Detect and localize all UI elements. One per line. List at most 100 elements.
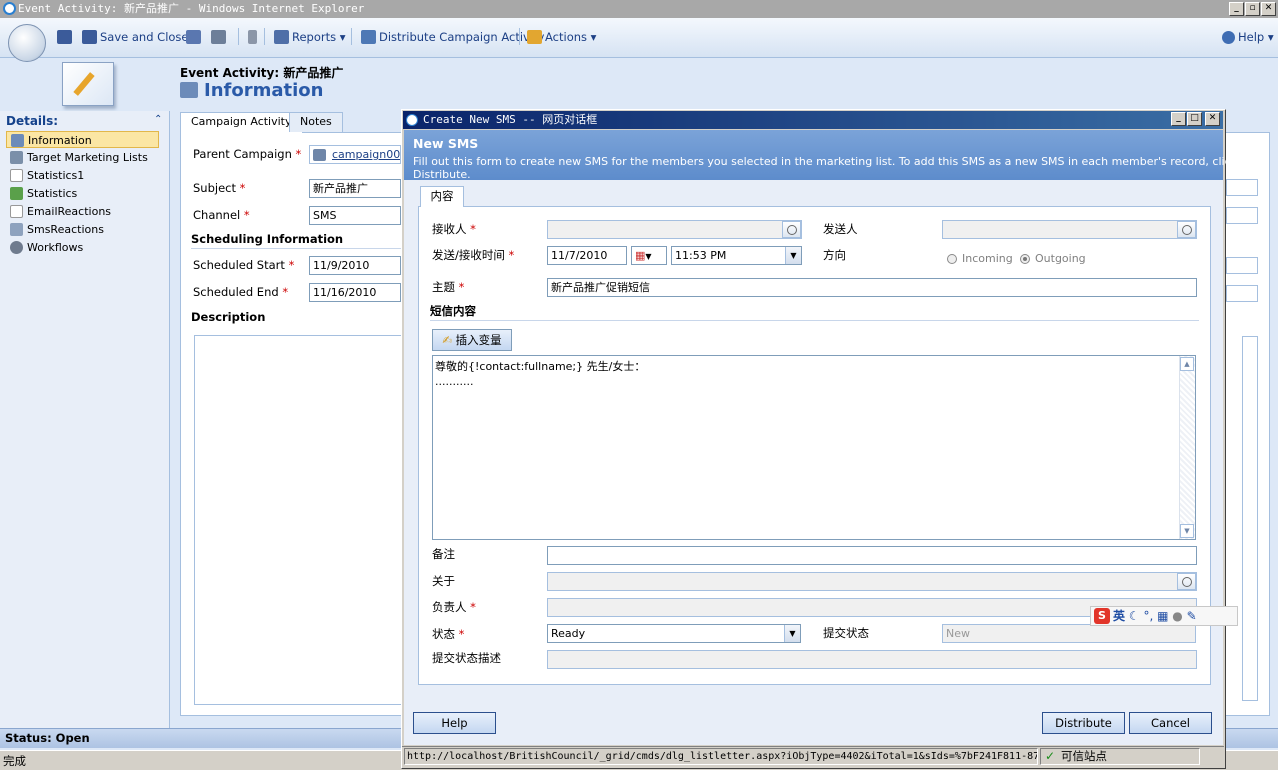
- scheduled-end-label: Scheduled End *: [193, 285, 289, 299]
- nav-item-statistics1[interactable]: Statistics1: [6, 167, 159, 184]
- ime-mode[interactable]: 英: [1113, 609, 1125, 623]
- entity-title: Event Activity: 新产品推广: [180, 66, 344, 80]
- dialog-help-button[interactable]: Help: [413, 712, 496, 734]
- regarding-lookup[interactable]: [547, 572, 1197, 591]
- incoming-radio[interactable]: [947, 254, 957, 264]
- outgoing-radio[interactable]: [1020, 254, 1030, 264]
- nav-item-statistics[interactable]: Statistics: [6, 185, 159, 202]
- nav-item-label: Information: [28, 134, 92, 147]
- moon-icon[interactable]: ☾: [1129, 609, 1140, 623]
- help-button[interactable]: Help ▾: [1222, 28, 1274, 46]
- scheduled-end-input[interactable]: 11/16/2010: [309, 283, 401, 302]
- reports-button[interactable]: Reports ▾: [274, 28, 346, 46]
- channel-label: Channel *: [193, 208, 250, 222]
- section-title: Information: [204, 80, 324, 101]
- wrench-icon[interactable]: ✎: [1187, 609, 1197, 623]
- dialog-description: Fill out this form to create new SMS for…: [413, 155, 1237, 181]
- regarding-label: 关于: [432, 574, 455, 588]
- sms-subject-input[interactable]: 新产品推广促销短信: [547, 278, 1197, 297]
- document-icon: [10, 169, 23, 182]
- save-and-close-button[interactable]: Save and Close: [82, 28, 189, 46]
- distribute-campaign-activity-button[interactable]: Distribute Campaign Activity: [361, 28, 544, 46]
- nav-item-information[interactable]: Information: [6, 131, 159, 148]
- submit-status-desc-input: [547, 650, 1197, 669]
- send-time-value: 11:53 PM: [675, 249, 727, 262]
- textarea-scrollbar[interactable]: [1179, 356, 1195, 539]
- chevron-down-icon[interactable]: ▼: [785, 247, 801, 264]
- nav-item-workflows[interactable]: Workflows: [6, 239, 159, 256]
- sender-lookup-icon[interactable]: [1177, 221, 1196, 238]
- paperclip-icon: [248, 30, 257, 44]
- save-new-icon: [186, 30, 201, 44]
- workflow-icon: [10, 241, 23, 254]
- background-time-select: [1226, 285, 1258, 302]
- punctuation-icon[interactable]: °,: [1143, 609, 1153, 623]
- regarding-lookup-icon[interactable]: [1177, 573, 1196, 590]
- direction-label: 方向: [823, 248, 846, 262]
- scroll-down-icon[interactable]: ▼: [1180, 524, 1194, 538]
- description-textarea[interactable]: [194, 335, 404, 705]
- subject-input[interactable]: 新产品推广: [309, 179, 401, 198]
- owner-label: 负责人 *: [432, 600, 476, 614]
- nav-item-label: SmsReactions: [27, 223, 104, 236]
- restore-icon[interactable]: ▫: [1245, 2, 1260, 16]
- recipient-lookup-icon[interactable]: [782, 221, 801, 238]
- attach-button[interactable]: [248, 28, 257, 46]
- parent-campaign-field[interactable]: campaign001: [309, 145, 401, 164]
- nav-item-target-marketing-lists[interactable]: Target Marketing Lists: [6, 149, 159, 166]
- nav-item-sms-reactions[interactable]: SmsReactions: [6, 221, 159, 238]
- channel-select[interactable]: SMS: [309, 206, 401, 225]
- check-icon: ✓: [1045, 749, 1056, 763]
- submit-status-value: New: [946, 627, 970, 640]
- dialog-maximize-icon[interactable]: □: [1187, 112, 1202, 126]
- dialog-title: Create New SMS -- 网页对话框: [403, 111, 1223, 129]
- user-icon[interactable]: ●: [1172, 609, 1182, 623]
- status-select[interactable]: Ready: [547, 624, 801, 643]
- campaign-icon: [313, 149, 326, 161]
- description-section-title: Description: [191, 310, 266, 324]
- send-time-select[interactable]: 11:53 PM: [671, 246, 802, 265]
- nav-item-label: Target Marketing Lists: [27, 151, 148, 164]
- help-icon: [1222, 31, 1235, 44]
- insert-icon: ✍: [442, 333, 452, 347]
- chevron-down-icon[interactable]: ▼: [784, 625, 800, 642]
- close-icon[interactable]: ✕: [1261, 2, 1276, 16]
- distribute-button[interactable]: Distribute: [1042, 712, 1125, 734]
- scheduled-start-input[interactable]: 11/9/2010: [309, 256, 401, 275]
- sogou-icon[interactable]: S: [1094, 608, 1110, 624]
- tab-content[interactable]: 内容: [420, 186, 464, 207]
- insert-variable-button[interactable]: ✍ 插入变量: [432, 329, 512, 351]
- save-new-button[interactable]: [186, 28, 201, 46]
- ime-toolbar[interactable]: S英 ☾ °, ▦ ● ✎: [1090, 606, 1238, 626]
- actions-icon: [527, 30, 542, 44]
- collapse-icon[interactable]: ⌃: [154, 114, 162, 125]
- keyboard-icon[interactable]: ▦: [1157, 609, 1168, 623]
- dialog-minimize-icon[interactable]: _: [1171, 112, 1186, 126]
- nav-title: Details:: [6, 114, 59, 128]
- send-date-input[interactable]: 11/7/2010: [547, 246, 627, 265]
- dialog-url: http://localhost/BritishCouncil/_grid/cm…: [404, 748, 1038, 765]
- sender-lookup[interactable]: [942, 220, 1197, 239]
- tab-campaign-activity[interactable]: Campaign Activity: [180, 112, 303, 133]
- scroll-up-icon[interactable]: ▲: [1180, 357, 1194, 371]
- section-divider: [191, 248, 401, 249]
- nav-item-email-reactions[interactable]: EmailReactions: [6, 203, 159, 220]
- actions-button[interactable]: Actions ▾: [527, 28, 596, 46]
- calendar-button[interactable]: ▦▼: [631, 246, 667, 265]
- tab-notes[interactable]: Notes: [289, 112, 343, 132]
- sms-content-textarea[interactable]: 尊敬的{!contact:fullname;} 先生/女士： .........…: [432, 355, 1196, 540]
- save-button[interactable]: [57, 28, 72, 46]
- parent-campaign-link[interactable]: campaign001: [332, 148, 400, 161]
- cancel-button[interactable]: Cancel: [1129, 712, 1212, 734]
- status-value: Ready: [551, 627, 586, 640]
- parent-campaign-label: Parent Campaign *: [193, 147, 302, 161]
- print-button[interactable]: [211, 28, 226, 46]
- subject-label: Subject *: [193, 181, 246, 195]
- campaign-activity-icon: [62, 62, 114, 106]
- remarks-input[interactable]: [547, 546, 1197, 565]
- recipient-lookup[interactable]: [547, 220, 802, 239]
- minimize-icon[interactable]: _: [1229, 2, 1244, 16]
- recipient-label: 接收人 *: [432, 222, 476, 236]
- insert-variable-label: 插入变量: [455, 333, 502, 347]
- dialog-close-icon[interactable]: ✕: [1205, 112, 1220, 126]
